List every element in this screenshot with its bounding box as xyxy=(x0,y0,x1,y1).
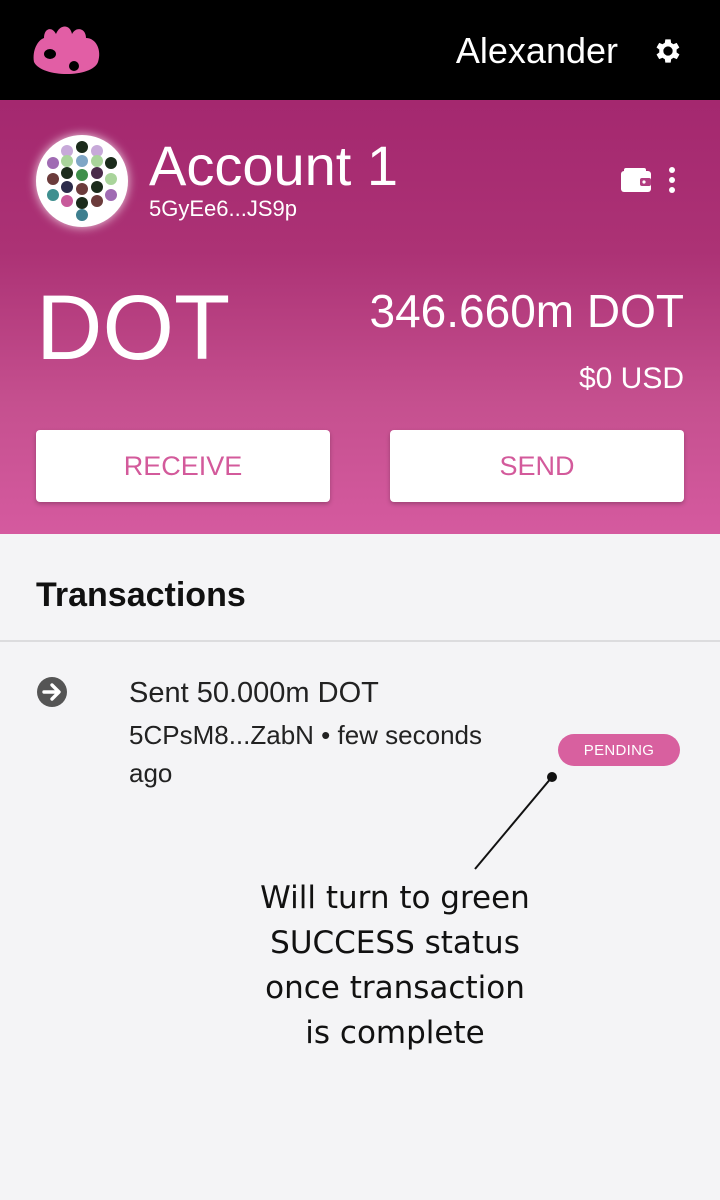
transaction-row[interactable]: Sent 50.000m DOT 5CPsM8...ZabN • few sec… xyxy=(0,660,720,800)
transactions-heading: Transactions xyxy=(36,576,246,614)
username-label: Alexander xyxy=(455,30,618,71)
account-header: Account 1 5GyEe6...JS9p DOT 346.660m DOT… xyxy=(0,100,720,534)
top-bar: Alexander xyxy=(0,0,720,100)
wallet-icon[interactable] xyxy=(620,166,652,194)
status-badge: PENDING xyxy=(558,734,680,766)
fiat-balance: $0 USD xyxy=(578,362,684,395)
more-vertical-icon[interactable] xyxy=(664,166,680,194)
balance-amount: 346.660m DOT xyxy=(369,285,684,337)
annotation-pointer xyxy=(474,772,557,870)
arrow-right-circle-icon xyxy=(37,677,67,707)
annotation-line: is complete xyxy=(305,1015,485,1051)
gear-icon[interactable] xyxy=(652,35,684,67)
annotation-text: Will turn to green SUCCESS status once t… xyxy=(230,876,560,1056)
transaction-title: Sent 50.000m DOT xyxy=(129,677,379,709)
token-symbol: DOT xyxy=(36,277,231,379)
annotation-line: Will turn to green xyxy=(260,880,530,916)
account-address[interactable]: 5GyEe6...JS9p xyxy=(149,197,297,221)
annotation-line: once transaction xyxy=(265,970,525,1006)
annotation-line: SUCCESS status xyxy=(270,925,520,961)
send-button[interactable]: SEND xyxy=(390,430,684,502)
receive-button[interactable]: RECEIVE xyxy=(36,430,330,502)
account-identicon[interactable] xyxy=(36,135,128,227)
account-name: Account 1 xyxy=(149,134,399,197)
divider xyxy=(0,640,720,642)
app-logo-icon[interactable] xyxy=(30,22,102,78)
